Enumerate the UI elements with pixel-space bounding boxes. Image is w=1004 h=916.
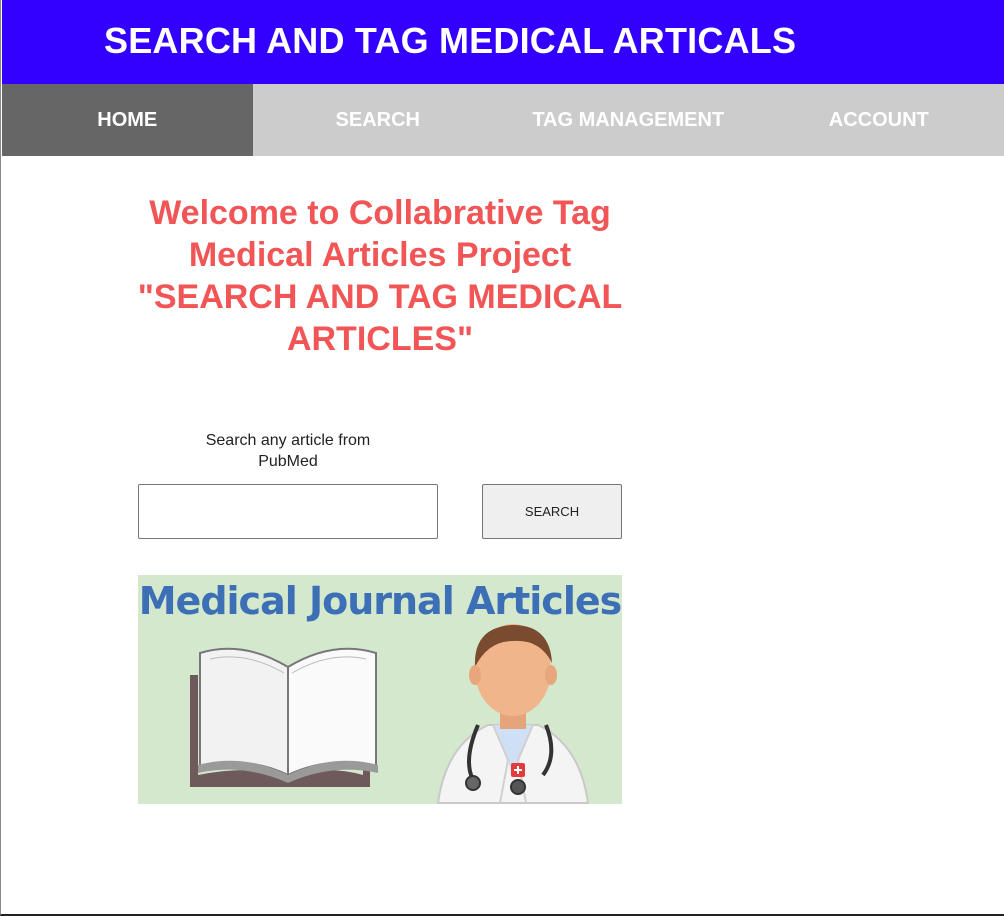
- welcome-line: Welcome to Collabrative Tag: [149, 194, 611, 232]
- welcome-line: Medical Articles Project: [188, 236, 572, 274]
- medical-journal-image: Medical Journal Articles: [138, 575, 622, 804]
- welcome-line: ARTICLES": [286, 320, 474, 358]
- nav-item-search[interactable]: SEARCH: [253, 84, 504, 156]
- search-button[interactable]: SEARCH: [482, 484, 622, 539]
- open-book-icon: [190, 647, 378, 787]
- search-label-line: Search any article from: [205, 432, 371, 449]
- search-label-line: PubMed: [258, 453, 318, 470]
- doctor-icon: [436, 624, 590, 804]
- site-header: SEARCH AND TAG MEDICAL ARTICALS: [2, 0, 1004, 84]
- nav-item-home[interactable]: HOME: [2, 84, 253, 156]
- welcome-line: "SEARCH AND TAG MEDICAL: [137, 278, 623, 316]
- journal-illustration: [190, 624, 590, 804]
- nav-item-account[interactable]: ACCOUNT: [754, 84, 1004, 156]
- welcome-heading: Welcome to Collabrative Tag Medical Arti…: [100, 192, 660, 360]
- main-nav: HOME SEARCH TAG MANAGEMENT ACCOUNT: [2, 84, 1004, 156]
- nav-item-tag-management[interactable]: TAG MANAGEMENT: [503, 84, 754, 156]
- site-title: SEARCH AND TAG MEDICAL ARTICALS: [104, 20, 797, 61]
- search-label: Search any article from PubMed: [188, 430, 388, 472]
- search-input[interactable]: [138, 484, 438, 539]
